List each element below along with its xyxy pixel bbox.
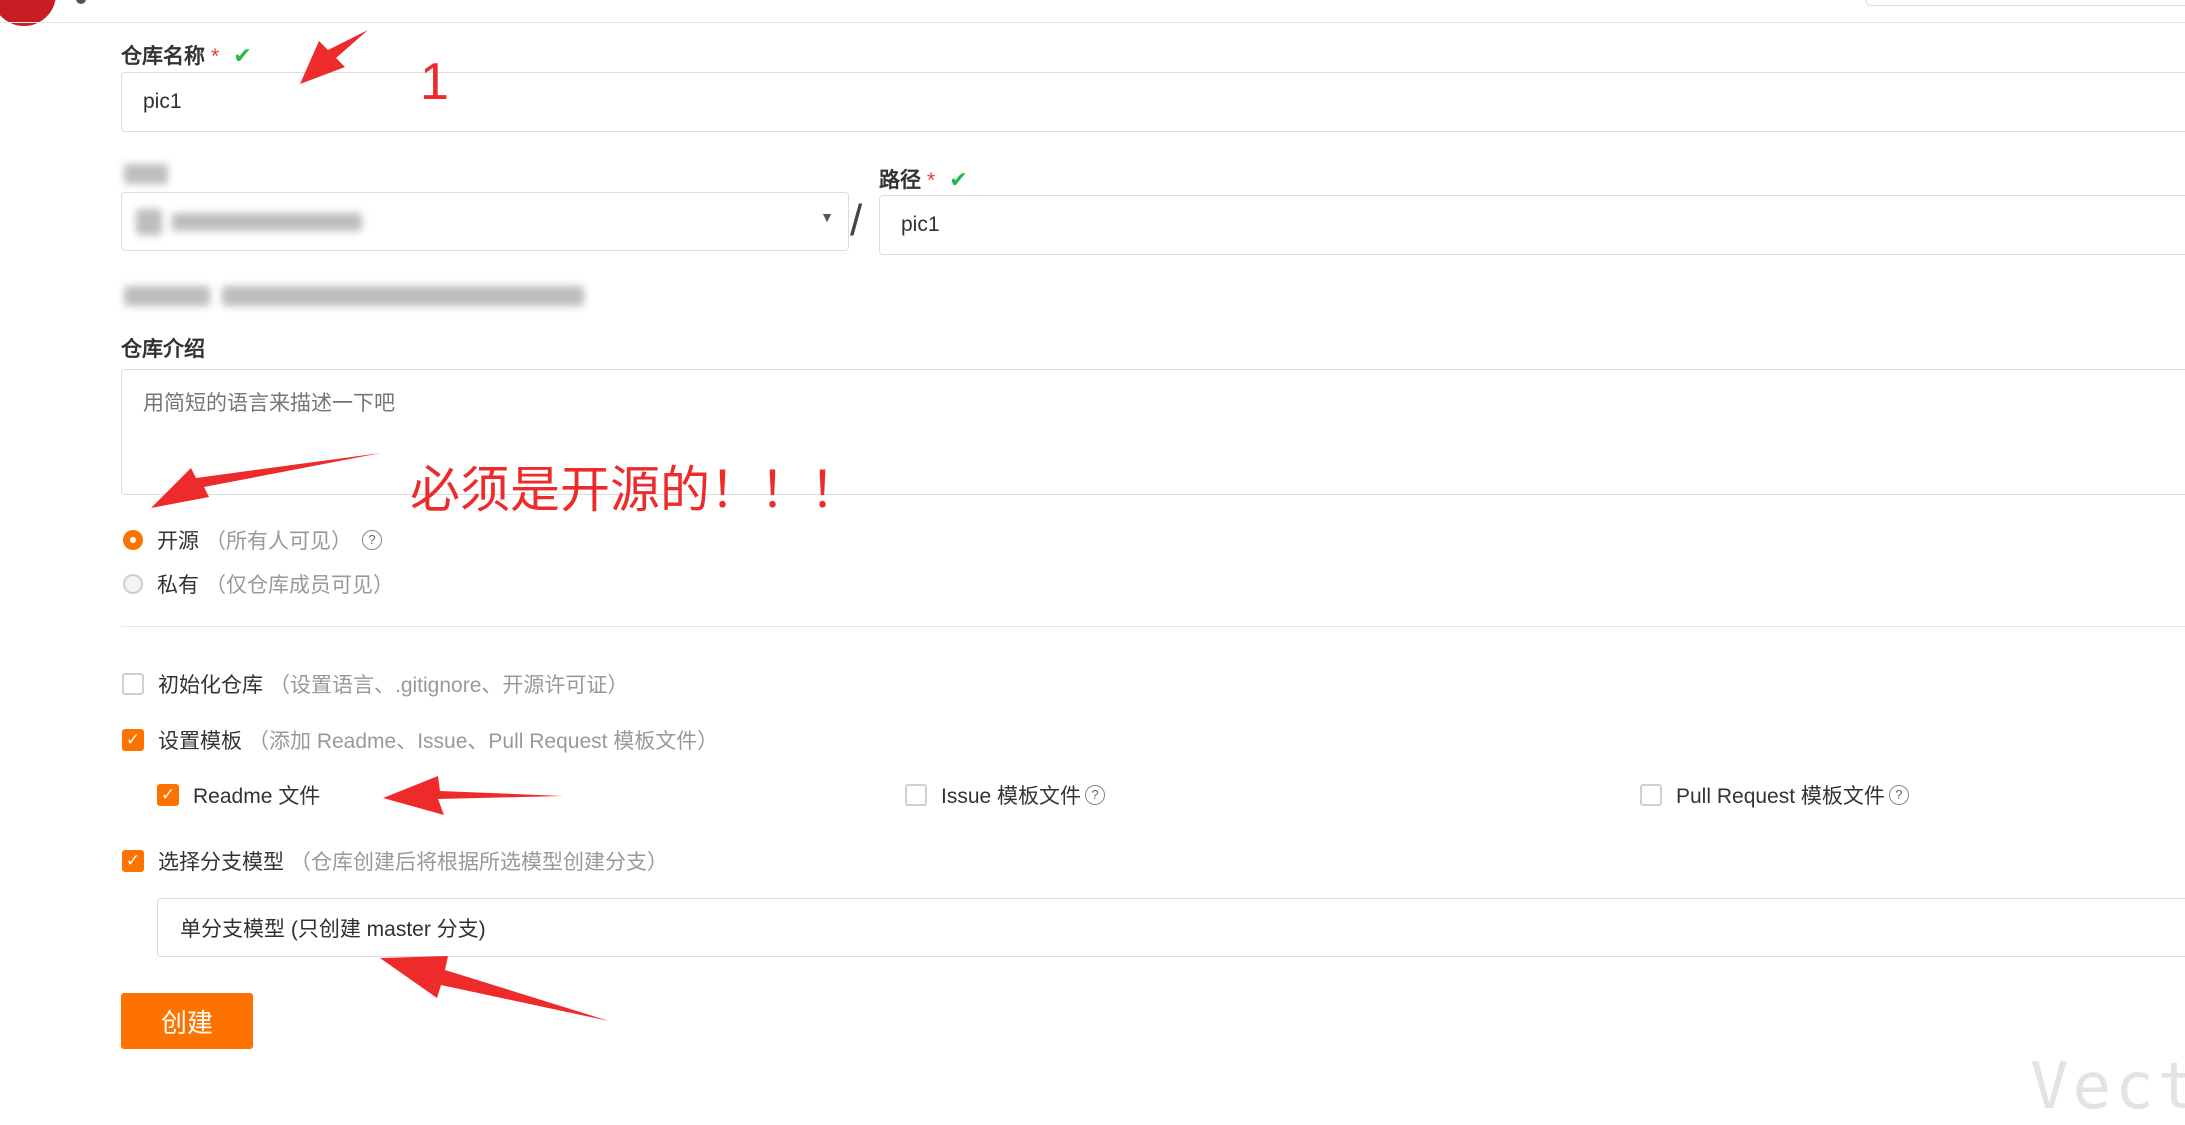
arrow-branch-model	[380, 956, 609, 1021]
arrow-repo-name	[300, 30, 368, 84]
annotation-arrows	[151, 30, 609, 1021]
annotation-number: 1	[420, 53, 449, 111]
annotation-note: 必须是开源的！！！	[410, 462, 860, 518]
arrow-open-source	[151, 453, 381, 508]
watermark: Vect	[2030, 1050, 2185, 1124]
arrow-readme	[383, 776, 563, 815]
